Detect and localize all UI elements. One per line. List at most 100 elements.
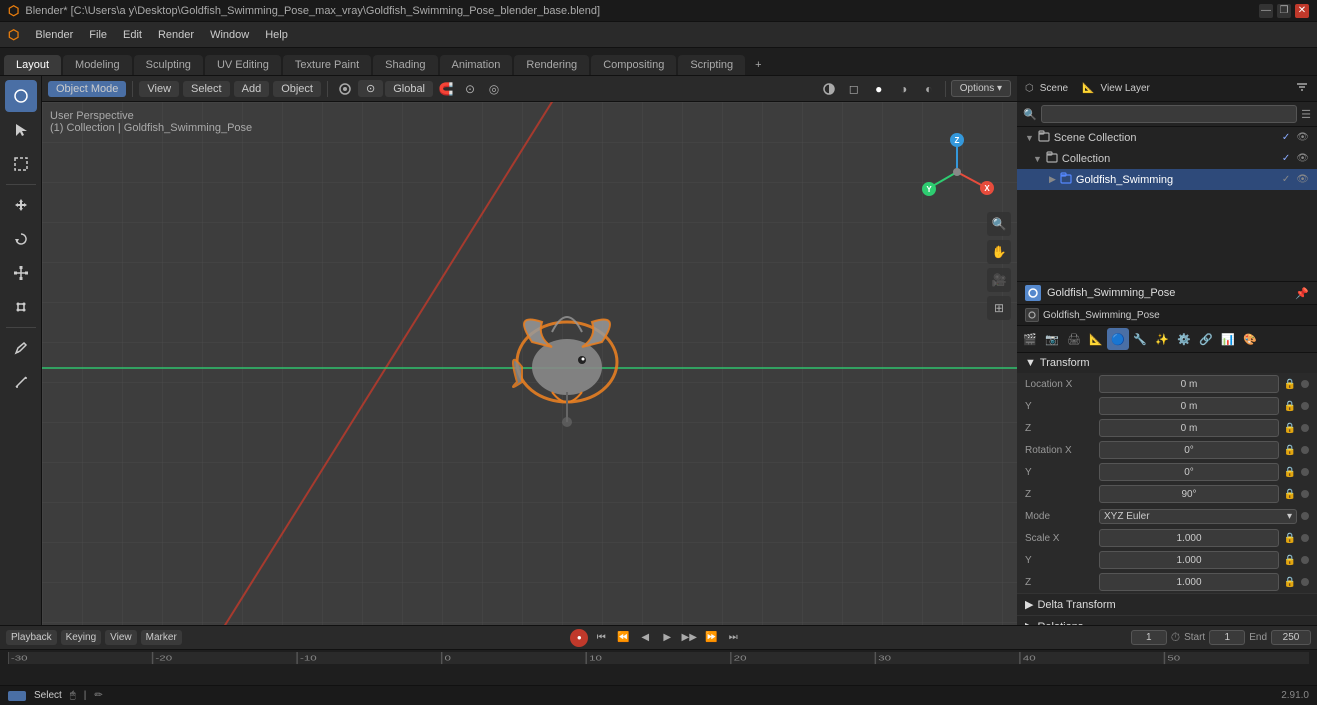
coll-check-0[interactable]: ✓ — [1282, 153, 1290, 164]
jump-start-button[interactable]: ⏮ — [592, 629, 610, 647]
material-props-icon[interactable]: 🎨 — [1239, 328, 1261, 350]
mode-dropdown[interactable]: Object Mode — [48, 81, 126, 97]
proportional-edit[interactable]: ⊙ — [459, 78, 481, 100]
collection-row-1[interactable]: ▶ Goldfish_Swimming ✓ 👁 — [1017, 169, 1317, 190]
rotation-x-lock[interactable]: 🔒 — [1283, 443, 1297, 457]
tab-modeling[interactable]: Modeling — [63, 55, 132, 75]
scale-x-lock[interactable]: 🔒 — [1283, 531, 1297, 545]
tab-scripting[interactable]: Scripting — [678, 55, 745, 75]
add-workspace-button[interactable]: + — [747, 55, 769, 75]
location-x-dot[interactable] — [1301, 380, 1309, 388]
active-tool-indicator[interactable] — [5, 80, 37, 112]
outliner-search-input[interactable] — [1041, 105, 1297, 123]
step-back-button[interactable]: ◀ — [636, 629, 654, 647]
keying-menu[interactable]: Keying — [61, 630, 102, 645]
zoom-in-icon[interactable]: 🔍 — [987, 212, 1011, 236]
location-x-value[interactable]: 0 m — [1099, 375, 1279, 393]
close-button[interactable]: ✕ — [1295, 4, 1309, 18]
coll-eye-1[interactable]: 👁 — [1296, 174, 1309, 185]
tab-layout[interactable]: Layout — [4, 55, 61, 75]
select-menu[interactable]: Select — [183, 81, 230, 97]
menu-blender[interactable]: Blender — [27, 22, 81, 47]
tab-animation[interactable]: Animation — [440, 55, 513, 75]
tool-measure[interactable] — [5, 366, 37, 398]
location-y-lock[interactable]: 🔒 — [1283, 399, 1297, 413]
marker-menu[interactable]: Marker — [141, 630, 182, 645]
add-menu[interactable]: Add — [234, 81, 270, 97]
end-frame-input[interactable] — [1271, 630, 1311, 645]
location-z-lock[interactable]: 🔒 — [1283, 421, 1297, 435]
scale-z-dot[interactable] — [1301, 578, 1309, 586]
scene-coll-check[interactable]: ✓ — [1282, 132, 1290, 143]
mode-dot[interactable] — [1301, 512, 1309, 520]
rotation-y-lock[interactable]: 🔒 — [1283, 465, 1297, 479]
tool-rotate[interactable] — [5, 223, 37, 255]
tab-rendering[interactable]: Rendering — [514, 55, 589, 75]
tool-select-box[interactable] — [5, 148, 37, 180]
location-y-value[interactable]: 0 m — [1099, 397, 1279, 415]
menu-window[interactable]: Window — [202, 22, 257, 47]
scale-y-dot[interactable] — [1301, 556, 1309, 564]
menu-edit[interactable]: Edit — [115, 22, 150, 47]
tool-move[interactable] — [5, 189, 37, 221]
maximize-button[interactable]: ❐ — [1277, 4, 1291, 18]
tab-compositing[interactable]: Compositing — [591, 55, 676, 75]
delta-section-header[interactable]: ▶ Delta Transform — [1017, 594, 1317, 615]
rotation-z-lock[interactable]: 🔒 — [1283, 487, 1297, 501]
render-props-icon[interactable]: 📷 — [1041, 328, 1063, 350]
wireframe-shading[interactable]: ◻ — [843, 78, 865, 100]
location-z-dot[interactable] — [1301, 424, 1309, 432]
location-z-value[interactable]: 0 m — [1099, 419, 1279, 437]
tab-shading[interactable]: Shading — [373, 55, 437, 75]
prev-keyframe-button[interactable]: ⏪ — [614, 629, 632, 647]
material-shading[interactable]: ◑ — [893, 78, 915, 100]
location-x-lock[interactable]: 🔒 — [1283, 377, 1297, 391]
view-menu[interactable]: View — [139, 81, 179, 97]
outliner-filter-icon[interactable] — [1295, 80, 1309, 97]
collection-row-0[interactable]: ▼ Collection ✓ 👁 — [1017, 148, 1317, 169]
tool-transform[interactable] — [5, 291, 37, 323]
tool-scale[interactable] — [5, 257, 37, 289]
rendered-shading[interactable]: ◐ — [918, 78, 940, 100]
output-props-icon[interactable]: 🖨 — [1063, 328, 1085, 350]
solid-shading[interactable]: ● — [868, 78, 890, 100]
snap-toggle[interactable]: 🧲 — [435, 78, 457, 100]
data-props-icon[interactable]: 📊 — [1217, 328, 1239, 350]
rotation-x-value[interactable]: 0° — [1099, 441, 1279, 459]
pin-icon[interactable]: 📌 — [1295, 287, 1309, 300]
minimize-button[interactable]: — — [1259, 4, 1273, 18]
view-layer-props-icon[interactable]: 📐 — [1085, 328, 1107, 350]
snap-icon[interactable] — [334, 78, 356, 100]
scale-y-value[interactable]: 1.000 — [1099, 551, 1279, 569]
scale-x-value[interactable]: 1.000 — [1099, 529, 1279, 547]
scale-z-value[interactable]: 1.000 — [1099, 573, 1279, 591]
tool-select[interactable] — [5, 114, 37, 146]
rotation-x-dot[interactable] — [1301, 446, 1309, 454]
tab-sculpting[interactable]: Sculpting — [134, 55, 203, 75]
rotation-mode-dropdown[interactable]: XYZ Euler ▾ — [1099, 509, 1297, 524]
transform-pivot[interactable]: ⊙ — [358, 80, 383, 97]
menu-render[interactable]: Render — [150, 22, 202, 47]
coll-eye-0[interactable]: 👁 — [1296, 153, 1309, 164]
tool-annotate[interactable] — [5, 332, 37, 364]
rotation-z-dot[interactable] — [1301, 490, 1309, 498]
timeline-track[interactable]: -30 -20 -10 0 10 20 30 40 50 — [0, 650, 1317, 685]
jump-end-button[interactable]: ⏭ — [724, 629, 742, 647]
tab-uv-editing[interactable]: UV Editing — [205, 55, 281, 75]
object-menu[interactable]: Object — [273, 81, 321, 97]
rotation-y-dot[interactable] — [1301, 468, 1309, 476]
menu-help[interactable]: Help — [257, 22, 296, 47]
xray-icon[interactable]: ◎ — [483, 78, 505, 100]
particles-props-icon[interactable]: ✨ — [1151, 328, 1173, 350]
object-props-icon[interactable]: 🔵 — [1107, 328, 1129, 350]
timeline-view-menu[interactable]: View — [105, 630, 137, 645]
physics-props-icon[interactable]: ⚙️ — [1173, 328, 1195, 350]
location-y-dot[interactable] — [1301, 402, 1309, 410]
scene-collection-row[interactable]: ▼ Scene Collection ✓ 👁 — [1017, 127, 1317, 148]
tab-texture-paint[interactable]: Texture Paint — [283, 55, 371, 75]
pan-icon[interactable]: ✋ — [987, 240, 1011, 264]
current-frame-input[interactable] — [1131, 630, 1167, 645]
playback-menu[interactable]: Playback — [6, 630, 57, 645]
viewport-canvas[interactable]: User Perspective (1) Collection | Goldfi… — [42, 102, 1017, 625]
navigation-gizmo[interactable]: Z X Y — [917, 132, 997, 212]
